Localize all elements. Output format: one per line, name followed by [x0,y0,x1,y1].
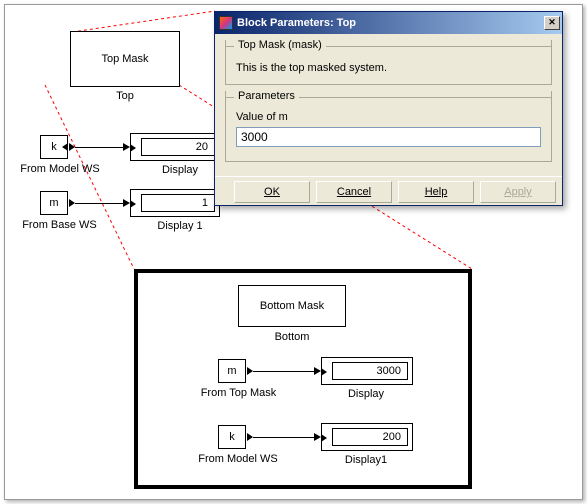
detail-label-display: Display [321,388,411,400]
block-top-mask-text: Top Mask [101,53,148,65]
param-m-input[interactable] [236,127,541,147]
label-bottom: Bottom [238,331,346,343]
params-group-legend: Parameters [234,90,299,102]
mask-group-legend: Top Mask (mask) [234,39,326,51]
detail-display-value: 3000 [377,365,401,377]
block-from-base-ws-text: m [49,197,58,209]
label-display1: Display 1 [130,220,230,232]
detail-label-display1: Display1 [321,454,411,466]
ok-button[interactable]: OK [234,181,310,203]
block-bottom-mask[interactable]: Bottom Mask [238,285,346,327]
label-top: Top [70,90,180,102]
dialog-title: Block Parameters: Top [237,17,544,29]
block-top-mask[interactable]: Top Mask [70,31,180,87]
block-from-top-mask[interactable]: m [218,359,246,383]
cancel-button[interactable]: Cancel [316,181,392,203]
label-from-top-mask: From Top Mask [191,387,286,399]
detail-display1-value: 200 [383,431,401,443]
mask-description-group: Top Mask (mask) This is the top masked s… [225,40,552,85]
block-bottom-mask-text: Bottom Mask [260,300,324,312]
param-m-label: Value of m [236,111,541,123]
label-from-base-ws: From Base WS [17,219,102,231]
block-from-model-ws[interactable]: k [40,135,68,159]
detail-label-from-model-ws: From Model WS [188,453,288,465]
dialog-titlebar[interactable]: Block Parameters: Top ✕ [215,12,562,34]
block-from-base-ws[interactable]: m [40,191,68,215]
block-display1[interactable]: 1 [130,189,220,217]
diagram-canvas: Top Mask Top k From Model WS 20 Display … [4,4,583,500]
display1-value: 1 [202,197,208,209]
detail-block-from-model-ws[interactable]: k [218,425,246,449]
block-parameters-dialog: Block Parameters: Top ✕ Top Mask (mask) … [214,11,563,206]
close-icon[interactable]: ✕ [544,16,560,30]
label-from-model-ws: From Model WS [15,163,105,175]
mask-description: This is the top masked system. [236,62,541,74]
display-value: 20 [196,141,208,153]
parameters-group: Parameters Value of m [225,91,552,162]
simulink-icon [219,16,233,30]
detail-block-display1[interactable]: 200 [321,423,413,451]
detail-block-display[interactable]: 3000 [321,357,413,385]
help-button[interactable]: Help [398,181,474,203]
block-from-model-ws-text: k [51,141,57,153]
detail-frame: Bottom Mask Bottom m From Top Mask 3000 … [134,269,472,489]
apply-button[interactable]: Apply [480,181,556,203]
dialog-button-row: OK Cancel Help Apply [215,176,562,205]
block-display[interactable]: 20 [130,133,220,161]
block-from-top-mask-text: m [227,365,236,377]
detail-block-from-model-ws-text: k [229,431,235,443]
